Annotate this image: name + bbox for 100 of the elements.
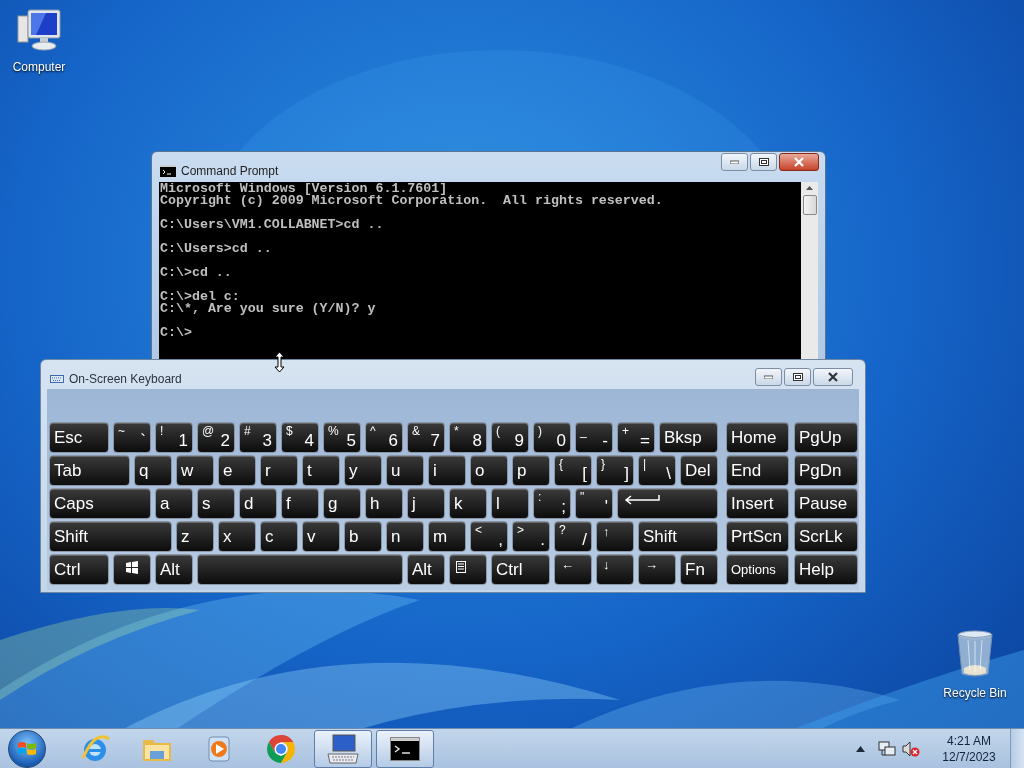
key[interactable]: Home	[726, 422, 789, 453]
desktop-icon-label[interactable]: Recycle Bin	[943, 684, 1007, 702]
key[interactable]: m	[428, 521, 466, 552]
key[interactable]: * 8	[449, 422, 487, 453]
key[interactable]: q	[134, 455, 172, 486]
enter-key[interactable]	[617, 488, 718, 519]
key[interactable]: ↑	[596, 521, 634, 552]
clock[interactable]: 4:21 AM 12/7/2023	[938, 732, 1000, 765]
key[interactable]: { [	[554, 455, 592, 486]
key[interactable]: $ 4	[281, 422, 319, 453]
resize-cursor-icon	[274, 351, 285, 373]
show-hidden-icons-icon[interactable]	[856, 745, 865, 752]
key[interactable]: p	[512, 455, 550, 486]
close-button[interactable]	[779, 153, 819, 171]
windows-logo-icon	[17, 739, 37, 758]
key[interactable]: Shift	[49, 521, 172, 552]
key[interactable]: e	[218, 455, 256, 486]
maximize-icon	[792, 373, 803, 381]
key[interactable]: Help	[794, 554, 858, 585]
key[interactable]: Del	[680, 455, 718, 486]
key[interactable]: Pause	[794, 488, 858, 519]
key[interactable]: c	[260, 521, 298, 552]
key[interactable]: j	[407, 488, 445, 519]
key[interactable]: ! 1	[155, 422, 193, 453]
key[interactable]: w	[176, 455, 214, 486]
window-title: Command Prompt	[181, 163, 279, 180]
key[interactable]: k	[449, 488, 487, 519]
key[interactable]: a	[155, 488, 193, 519]
key[interactable]: _ -	[575, 422, 613, 453]
key[interactable]: } ]	[596, 455, 634, 486]
key[interactable]: h	[365, 488, 403, 519]
key[interactable]: ↓	[596, 554, 634, 585]
key[interactable]: End	[726, 455, 789, 486]
key[interactable]: > .	[512, 521, 550, 552]
key[interactable]: i	[428, 455, 466, 486]
key[interactable]: % 5	[323, 422, 361, 453]
keyboard-monitor-icon	[326, 733, 360, 764]
muted-speaker-icon[interactable]	[902, 740, 920, 757]
key[interactable]: Shift	[638, 521, 718, 552]
key[interactable]: ? /	[554, 521, 592, 552]
start-button[interactable]	[8, 729, 46, 768]
key[interactable]: r	[260, 455, 298, 486]
console-line: C:\Users\VM1.COLLABNET>cd ..	[160, 219, 384, 231]
key[interactable]: d	[239, 488, 277, 519]
key[interactable]: v	[302, 521, 340, 552]
taskbar-button[interactable]	[376, 729, 434, 768]
taskbar-button[interactable]	[314, 729, 372, 768]
key[interactable]: y	[344, 455, 382, 486]
key[interactable]: < ,	[470, 521, 508, 552]
key[interactable]: | \	[638, 455, 676, 486]
menu-key[interactable]	[449, 554, 487, 585]
maximize-button[interactable]	[750, 153, 777, 171]
key[interactable]: & 7	[407, 422, 445, 453]
key[interactable]: ^ 6	[365, 422, 403, 453]
key[interactable]: ( 9	[491, 422, 529, 453]
key[interactable]: ScrLk	[794, 521, 858, 552]
key[interactable]: : ;	[533, 488, 571, 519]
key[interactable]: Tab	[49, 455, 130, 486]
key[interactable]: @ 2	[197, 422, 235, 453]
key[interactable]: PgDn	[794, 455, 858, 486]
key[interactable]: b	[344, 521, 382, 552]
key[interactable]: →	[638, 554, 676, 585]
key[interactable]: Ctrl	[49, 554, 109, 585]
key[interactable]: Alt	[155, 554, 193, 585]
key[interactable]: Fn	[680, 554, 718, 585]
key[interactable]: Alt	[407, 554, 445, 585]
clock-time: 4:21 AM	[947, 732, 991, 749]
key[interactable]: Esc	[49, 422, 109, 453]
key[interactable]: Ctrl	[491, 554, 550, 585]
maximize-button[interactable]	[784, 368, 811, 386]
key[interactable]: + =	[617, 422, 655, 453]
key[interactable]: t	[302, 455, 340, 486]
key[interactable]: PgUp	[794, 422, 858, 453]
key[interactable]: Bksp	[659, 422, 718, 453]
key[interactable]: " '	[575, 488, 613, 519]
scroll-thumb[interactable]	[802, 195, 817, 215]
key[interactable]: ←	[554, 554, 592, 585]
windows-logo-icon	[125, 561, 139, 574]
key[interactable]: g	[323, 488, 361, 519]
key[interactable]: Insert	[726, 488, 789, 519]
key[interactable]: l	[491, 488, 529, 519]
media-player-icon	[206, 734, 232, 763]
key[interactable]: x	[218, 521, 256, 552]
key[interactable]: z	[176, 521, 214, 552]
key[interactable]: f	[281, 488, 319, 519]
key[interactable]: ~ `	[113, 422, 151, 453]
desktop-icon-label[interactable]: Computer	[12, 58, 66, 76]
key[interactable]: Options	[726, 554, 789, 585]
key[interactable]: u	[386, 455, 424, 486]
key[interactable]: # 3	[239, 422, 277, 453]
key[interactable]: PrtScn	[726, 521, 789, 552]
close-button[interactable]	[813, 368, 853, 386]
key[interactable]: Caps	[49, 488, 151, 519]
key[interactable]: n	[386, 521, 424, 552]
key[interactable]: ) 0	[533, 422, 571, 453]
key[interactable]: s	[197, 488, 235, 519]
windows-key[interactable]	[113, 554, 151, 585]
key[interactable]: o	[470, 455, 508, 486]
network-icon[interactable]	[878, 740, 896, 757]
space-key[interactable]	[197, 554, 403, 585]
